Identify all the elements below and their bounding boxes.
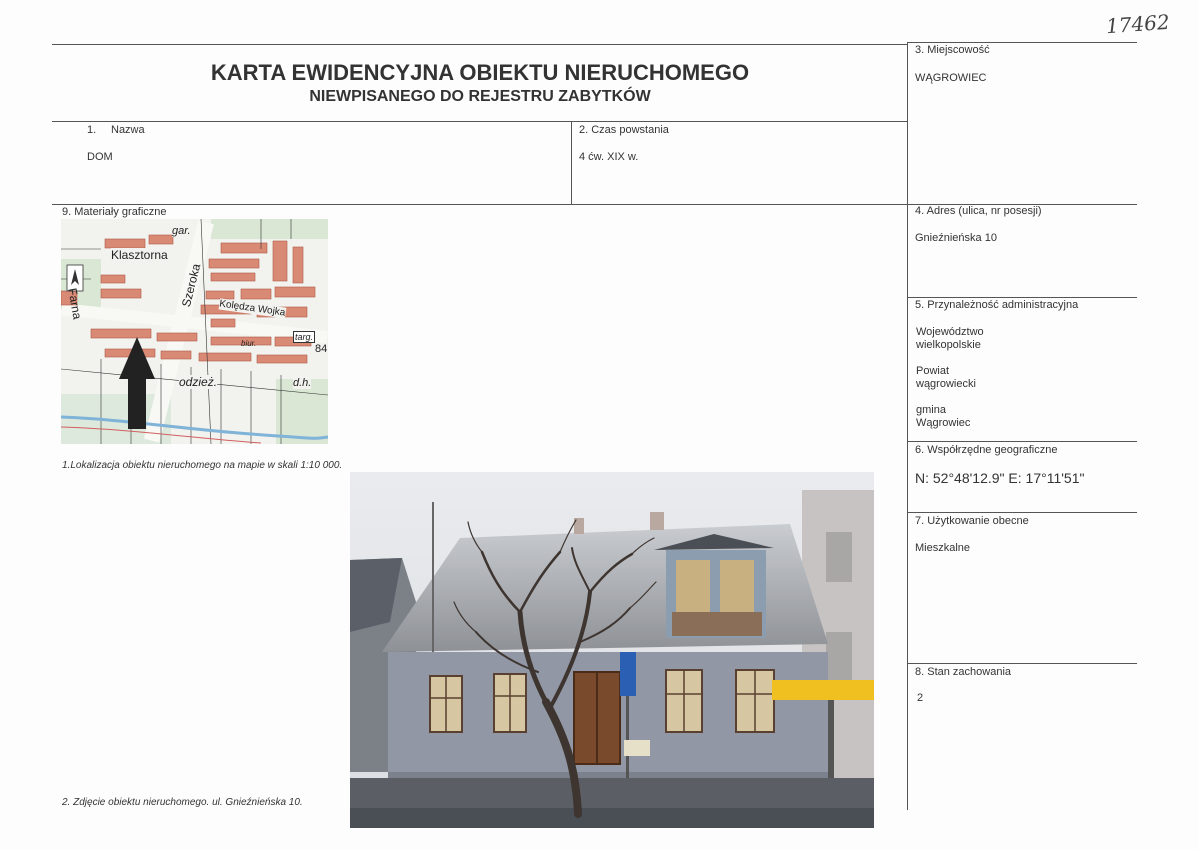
map-label-biur: biur. [241,339,257,348]
map-label-klasztorna: Klasztorna [111,248,168,262]
map-label-84: 84 [315,343,328,355]
map-label-odziez: odzież. [179,375,218,389]
voivodeship-label: Województwo [916,326,984,338]
usage-label: 7. Użytkowanie obecne [915,515,1029,527]
commune-value: Wągrowiec [916,417,971,429]
handwritten-number: 17462 [1105,9,1171,39]
right-column-divider [907,42,908,810]
condition-rule [907,663,1137,664]
place-label: 3. Miejscowość [915,44,990,56]
location-map: gar. Klasztorna Farna Szeroka Kolędza Wo… [61,219,328,444]
admin-rule [907,297,1137,298]
address-value: Gnieźnieńska 10 [915,232,997,244]
coords-rule [907,441,1137,442]
voivodeship-value: wielkopolskie [916,339,981,351]
top-rule [52,44,907,45]
name-label: Nazwa [111,124,145,136]
condition-value: 2 [917,692,924,704]
time-value: 4 ćw. XIX w. [579,151,639,163]
page-title: KARTA EWIDENCYJNA OBIEKTU NIERUCHOMEGO [210,60,750,85]
map-label-dh: d.h. [293,377,312,389]
usage-rule [907,512,1137,513]
coords-label: 6. Współrzędne geograficzne [915,444,1058,456]
time-label: 2. Czas powstania [579,124,669,136]
name-number: 1. [87,124,97,136]
map-label-targ: targ. [293,331,316,343]
address-label: 4. Adres (ulica, nr posesji) [915,205,1042,217]
commune-label: gmina [916,404,946,416]
map-caption: 1.Lokalizacja obiektu nieruchomego na ma… [62,460,343,471]
coords-value: N: 52°48'12.9" E: 17°11'51" [915,470,1085,486]
county-value: wągrowiecki [916,378,976,390]
title-rule [52,121,907,122]
map-graphic [61,219,328,444]
name-time-divider [571,121,572,204]
photo-graphic [350,472,874,828]
photo-caption: 2. Zdjęcie obiektu nieruchomego. ul. Gni… [62,797,303,808]
name-value: DOM [87,151,113,163]
top-rule-right [907,42,1137,43]
county-label: Powiat [916,365,950,377]
place-value: WĄGROWIEC [915,72,987,84]
building-photo [350,472,874,828]
page-subtitle: NIEWPISANEGO DO REJESTRU ZABYTKÓW [309,88,651,105]
admin-label: 5. Przynależność administracyjna [915,299,1079,311]
condition-label: 8. Stan zachowania [915,666,1012,678]
graphics-label: 9. Materiały graficzne [62,206,167,218]
usage-value: Mieszkalne [915,542,971,554]
map-label-gar: gar. [172,225,191,237]
